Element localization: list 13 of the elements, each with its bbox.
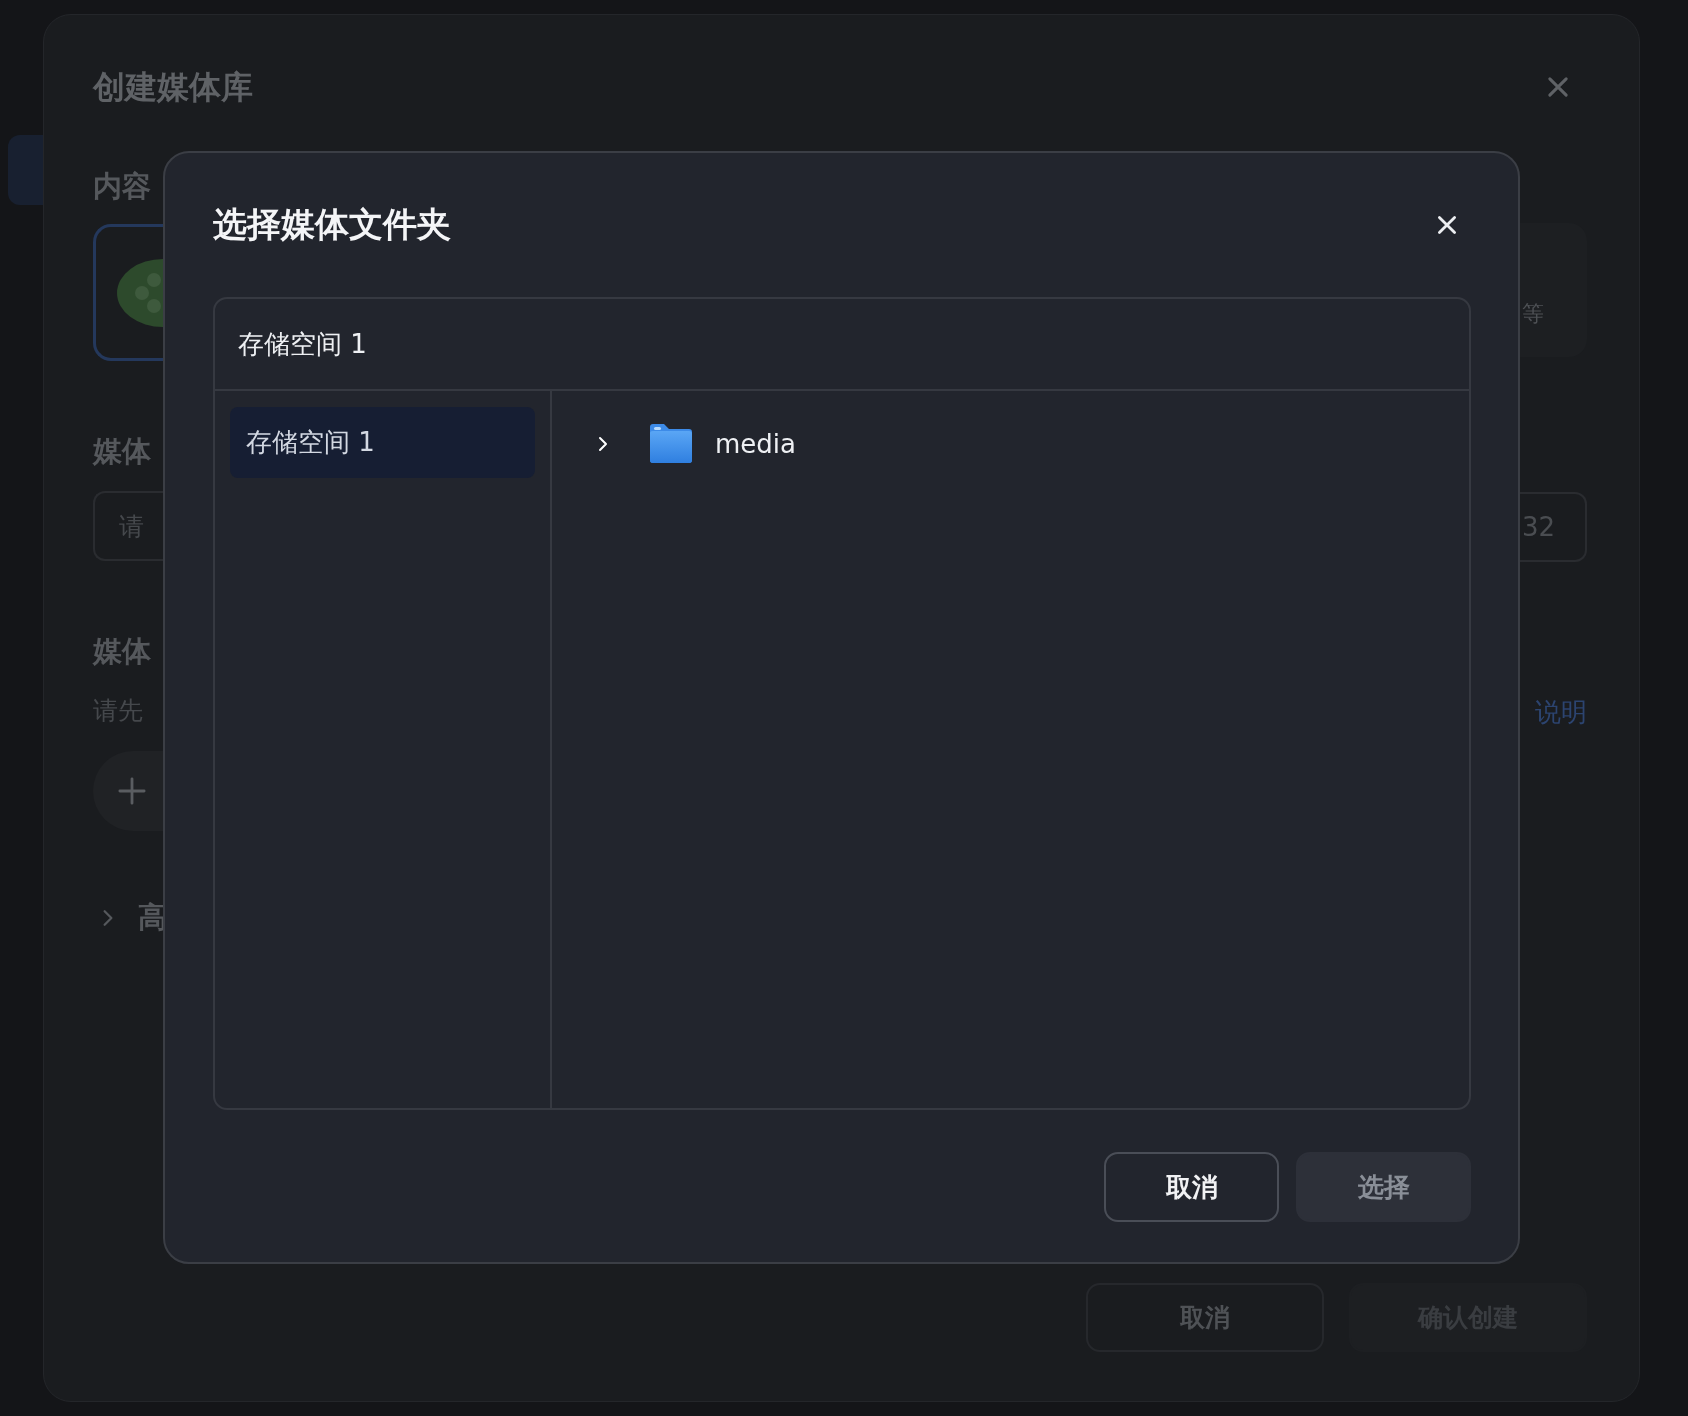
folder-name[interactable]: media (715, 428, 796, 459)
cancel-button[interactable]: 取消 (1104, 1152, 1279, 1222)
location-item[interactable]: 存储空间 1 (230, 407, 535, 478)
folder-icon (649, 423, 693, 464)
field-label: 内容 (93, 168, 151, 205)
dialog-title: 创建媒体库 (93, 67, 253, 108)
field-label: 媒体 (93, 633, 151, 670)
path-bar: 存储空间 1 (215, 299, 1469, 391)
help-link[interactable]: 说明 (1535, 692, 1587, 732)
dialog-title: 选择媒体文件夹 (213, 203, 451, 246)
plus-icon (118, 777, 146, 805)
field-label: 媒体 (93, 433, 151, 470)
add-button[interactable] (93, 751, 163, 831)
